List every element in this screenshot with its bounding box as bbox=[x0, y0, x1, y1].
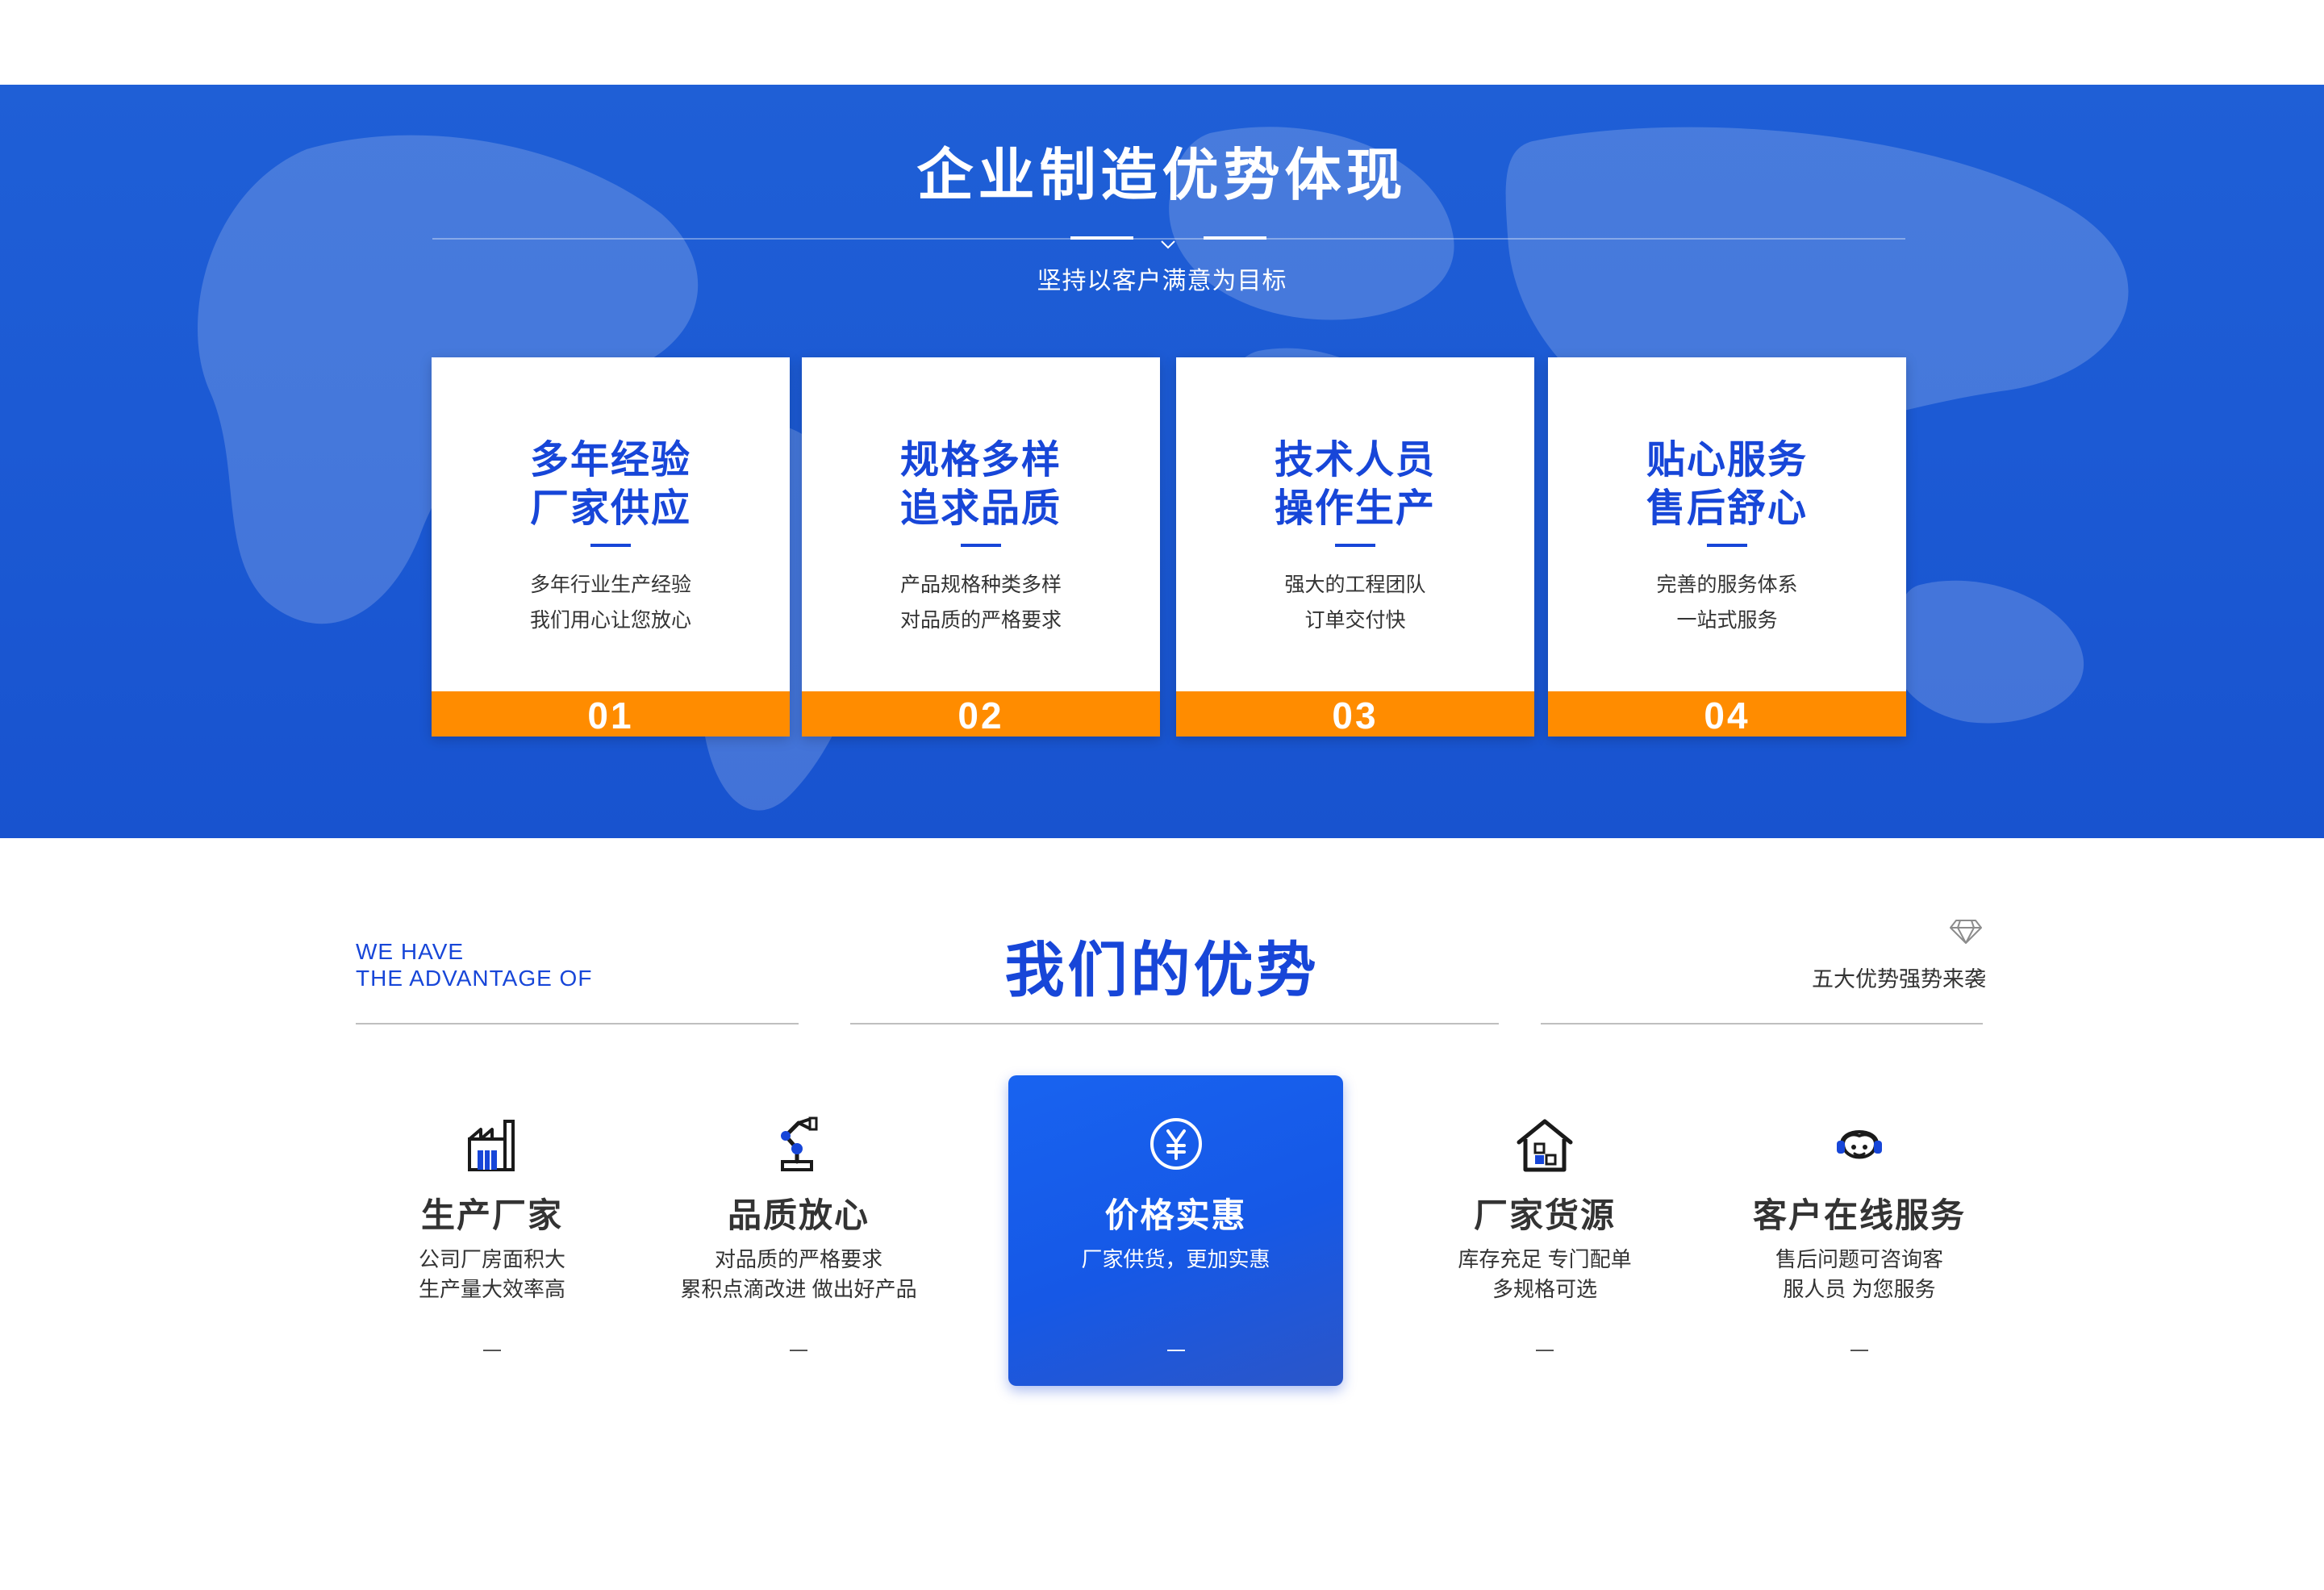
card-description: 多年行业生产经验 我们用心让您放心 bbox=[432, 567, 790, 638]
card-description: 完善的服务体系 一站式服务 bbox=[1548, 567, 1906, 638]
advantage-cards: 多年经验 厂家供应 多年行业生产经验 我们用心让您放心 01 规格多样 追求品质… bbox=[0, 357, 2324, 737]
feature-dash bbox=[483, 1350, 501, 1351]
card-title-line2: 厂家供应 bbox=[529, 487, 691, 530]
card-number: 03 bbox=[1176, 691, 1534, 737]
feature-dash bbox=[1536, 1350, 1554, 1351]
card-number: 01 bbox=[432, 691, 790, 737]
advantage-divider-center bbox=[850, 1023, 1499, 1025]
advantage-divider-left bbox=[356, 1023, 799, 1025]
feature-desc-line2: 累积点滴改进 做出好产品 bbox=[680, 1277, 917, 1301]
card-title: 贴心服务 售后舒心 bbox=[1548, 436, 1906, 533]
card-title-line2: 售后舒心 bbox=[1646, 487, 1808, 530]
feature-title: 客户在线服务 bbox=[1752, 1196, 1966, 1234]
card-title-line1: 多年经验 bbox=[529, 439, 691, 482]
customer-service-icon bbox=[1837, 1130, 1882, 1159]
card-divider bbox=[1707, 544, 1747, 547]
hero-divider-accent-right bbox=[1204, 236, 1266, 240]
feature-description: 厂家供货，更加实惠 bbox=[1008, 1245, 1343, 1275]
card-desc-line2: 对品质的严格要求 bbox=[899, 609, 1062, 632]
card-title-line1: 技术人员 bbox=[1274, 439, 1436, 482]
feature-description: 公司厂房面积大 生产量大效率高 bbox=[371, 1245, 613, 1304]
chevron-down-icon bbox=[1161, 240, 1175, 249]
feature-title: 厂家货源 bbox=[1473, 1196, 1616, 1234]
feature-desc-line2: 生产量大效率高 bbox=[418, 1277, 565, 1301]
advantage-card-2[interactable]: 规格多样 追求品质 产品规格种类多样 对品质的严格要求 02 bbox=[802, 357, 1160, 737]
yen-icon bbox=[1149, 1118, 1202, 1170]
card-title-line2: 追求品质 bbox=[899, 487, 1062, 530]
feature-desc-line1: 对品质的严格要求 bbox=[714, 1247, 882, 1271]
hero-subtitle: 坚持以客户满意为目标 bbox=[1037, 268, 1287, 294]
card-divider bbox=[1335, 544, 1375, 547]
feature-description: 售后问题可咨询客 服人员 为您服务 bbox=[1726, 1245, 1992, 1304]
feature-item-online-service[interactable]: 客户在线服务 售后问题可咨询客 服人员 为您服务 bbox=[1726, 1075, 1992, 1386]
feature-desc-line2: 服人员 为您服务 bbox=[1783, 1277, 1936, 1301]
feature-description: 库存充足 专门配单 多规格可选 bbox=[1424, 1245, 1666, 1304]
card-number: 02 bbox=[802, 691, 1160, 737]
factory-icon bbox=[468, 1120, 515, 1171]
advantage-card-4[interactable]: 贴心服务 售后舒心 完善的服务体系 一站式服务 04 bbox=[1548, 357, 1906, 737]
card-divider bbox=[961, 544, 1001, 547]
card-desc-line2: 一站式服务 bbox=[1676, 609, 1778, 632]
feature-desc-line1: 售后问题可咨询客 bbox=[1775, 1247, 1943, 1271]
card-title: 技术人员 操作生产 bbox=[1176, 436, 1534, 533]
feature-desc-line1: 公司厂房面积大 bbox=[418, 1247, 565, 1271]
feature-dash bbox=[1850, 1350, 1868, 1351]
card-title: 规格多样 追求品质 bbox=[802, 436, 1160, 533]
card-title: 多年经验 厂家供应 bbox=[432, 436, 790, 533]
advantage-card-3[interactable]: 技术人员 操作生产 强大的工程团队 订单交付快 03 bbox=[1176, 357, 1534, 737]
feature-desc-line2: 多规格可选 bbox=[1492, 1277, 1597, 1301]
warehouse-icon bbox=[1517, 1119, 1573, 1172]
card-desc-line1: 多年行业生产经验 bbox=[529, 574, 691, 596]
card-divider bbox=[590, 544, 631, 547]
feature-item-quality[interactable]: 品质放心 对品质的严格要求 累积点滴改进 做出好产品 bbox=[670, 1075, 928, 1386]
feature-title: 品质放心 bbox=[727, 1196, 870, 1234]
feature-item-price[interactable]: 价格实惠 厂家供货，更加实惠 bbox=[1008, 1075, 1343, 1386]
hero-title: 企业制造优势体现 bbox=[916, 144, 1408, 207]
card-title-line1: 贴心服务 bbox=[1646, 439, 1808, 482]
card-desc-line2: 我们用心让您放心 bbox=[529, 609, 691, 632]
advantage-divider-right bbox=[1541, 1023, 1983, 1025]
card-desc-line1: 产品规格种类多样 bbox=[899, 574, 1062, 596]
card-number: 04 bbox=[1548, 691, 1906, 737]
feature-description: 对品质的严格要求 累积点滴改进 做出好产品 bbox=[670, 1245, 928, 1304]
feature-desc-line1: 库存充足 专门配单 bbox=[1458, 1247, 1632, 1271]
advantage-card-1[interactable]: 多年经验 厂家供应 多年行业生产经验 我们用心让您放心 01 bbox=[432, 357, 790, 737]
card-description: 产品规格种类多样 对品质的严格要求 bbox=[802, 567, 1160, 638]
card-desc-line1: 完善的服务体系 bbox=[1656, 574, 1798, 596]
page: 企业制造优势体现 坚持以客户满意为目标 多年经验 厂家供应 多年行业生产经验 我… bbox=[0, 0, 2324, 1590]
feature-title: 生产厂家 bbox=[420, 1196, 563, 1234]
card-desc-line2: 订单交付快 bbox=[1304, 609, 1406, 632]
feature-item-manufacturer[interactable]: 生产厂家 公司厂房面积大 生产量大效率高 bbox=[371, 1075, 613, 1386]
feature-dash bbox=[1166, 1350, 1185, 1351]
feature-desc-line1: 厂家供货，更加实惠 bbox=[1081, 1247, 1270, 1271]
feature-item-supply[interactable]: 厂家货源 库存充足 专门配单 多规格可选 bbox=[1424, 1075, 1666, 1386]
diamond-icon bbox=[1950, 920, 1982, 944]
card-desc-line1: 强大的工程团队 bbox=[1284, 574, 1426, 596]
advantage-tagline: 五大优势强势来袭 bbox=[1812, 967, 1986, 991]
hero-divider-accent-left bbox=[1070, 236, 1133, 240]
robot-arm-icon bbox=[781, 1116, 818, 1171]
advantage-hero-section: 企业制造优势体现 坚持以客户满意为目标 多年经验 厂家供应 多年行业生产经验 我… bbox=[0, 85, 2324, 838]
card-description: 强大的工程团队 订单交付快 bbox=[1176, 567, 1534, 638]
card-title-line2: 操作生产 bbox=[1274, 487, 1436, 530]
card-title-line1: 规格多样 bbox=[899, 439, 1062, 482]
feature-dash bbox=[790, 1350, 807, 1351]
feature-title: 价格实惠 bbox=[1104, 1196, 1247, 1234]
